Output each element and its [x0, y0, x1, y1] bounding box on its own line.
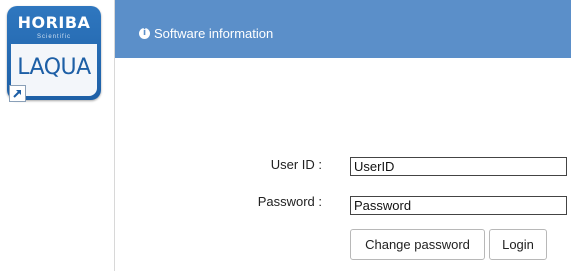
- password-input[interactable]: [350, 196, 567, 215]
- user-id-label: User ID :: [270, 157, 322, 172]
- screen: HORIBA Scientific LAQUA i Software infor…: [0, 0, 571, 271]
- shortcut-arrow-icon: [9, 85, 26, 102]
- horiba-logo: HORIBA: [17, 13, 91, 32]
- login-panel: i Software information User ID : Passwor…: [114, 0, 571, 271]
- horiba-logo-subtext: Scientific: [36, 34, 71, 40]
- login-button[interactable]: Login: [489, 229, 547, 260]
- panel-header: i Software information: [115, 0, 571, 58]
- laqua-logo: LAQUA: [17, 55, 91, 80]
- software-information-link[interactable]: Software information: [154, 26, 273, 41]
- password-label: Password :: [257, 194, 322, 209]
- laqua-shortcut[interactable]: HORIBA Scientific LAQUA: [7, 6, 101, 102]
- info-circle-icon[interactable]: i: [139, 28, 150, 39]
- user-id-input[interactable]: [350, 157, 567, 176]
- change-password-button[interactable]: Change password: [350, 229, 485, 260]
